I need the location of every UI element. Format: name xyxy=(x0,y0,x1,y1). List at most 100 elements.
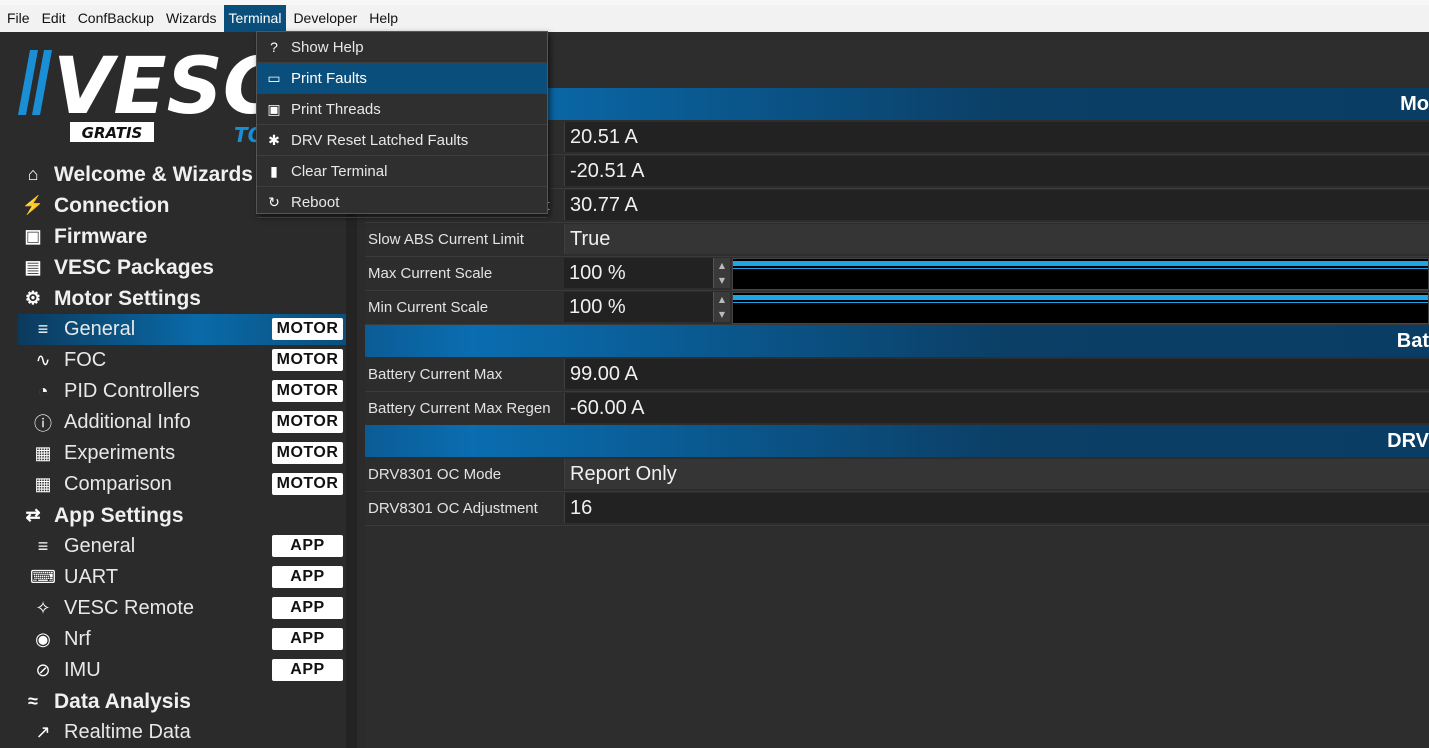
sliders-icon: ≡ xyxy=(37,319,49,339)
spinbox-arrows[interactable]: ▲ ▼ xyxy=(713,258,730,288)
bar-fill xyxy=(733,295,1428,300)
category-badge: MOTOR xyxy=(272,442,343,464)
menu-wizards[interactable]: Wizards xyxy=(161,5,222,32)
chevron-up-icon[interactable]: ▲ xyxy=(714,292,730,307)
battery-current-max-field[interactable]: 99.00 A xyxy=(564,359,1429,389)
row-label: DRV8301 OC Mode xyxy=(368,466,502,483)
section-battery-header: Bat xyxy=(365,325,1429,357)
sidebar-item-label: General xyxy=(64,318,136,340)
max-current-scale-spinbox[interactable]: 100 % ▲ ▼ xyxy=(564,258,730,288)
menu-item-show-help[interactable]: ? Show Help xyxy=(257,32,547,63)
sidebar-item-realtime-data[interactable]: ↗ Realtime Data xyxy=(18,717,346,748)
trash-icon: ▮ xyxy=(270,162,278,179)
motor-current-max-brake-field[interactable]: -20.51 A xyxy=(564,156,1429,186)
sidebar-item-data-analysis[interactable]: ≈ Data Analysis xyxy=(18,686,346,717)
sidebar-item-label: IMU xyxy=(64,659,101,681)
help-circle-icon: ? xyxy=(270,39,278,55)
battery-current-regen-field[interactable]: -60.00 A xyxy=(564,393,1429,423)
sidebar-item-general[interactable]: ≡ General MOTOR xyxy=(18,314,346,345)
sidebar-item-imu[interactable]: ⊘ IMU APP xyxy=(18,655,346,686)
menu-developer[interactable]: Developer xyxy=(288,5,362,32)
min-current-scale-bar[interactable] xyxy=(732,292,1429,324)
package-icon: ▤ xyxy=(24,257,42,277)
menu-confbackup[interactable]: ConfBackup xyxy=(73,5,159,32)
sidebar-item-additional-info[interactable]: ⓘ Additional Info MOTOR xyxy=(18,407,346,438)
sidebar-item-general[interactable]: ≡ General APP xyxy=(18,531,346,562)
abs-max-current-field[interactable]: 30.77 A xyxy=(564,190,1429,220)
sidebar-item-vesc-packages[interactable]: ▤ VESC Packages xyxy=(18,252,346,283)
sidebar-item-comparison[interactable]: ▦ Comparison MOTOR xyxy=(18,469,346,500)
slow-abs-combobox[interactable]: True xyxy=(564,224,1429,254)
drv-oc-adjustment-field[interactable]: 16 xyxy=(564,493,1429,523)
row-label: Battery Current Max Regen xyxy=(368,400,551,417)
spinbox-value: 100 % xyxy=(569,262,626,284)
row-label: Min Current Scale xyxy=(368,299,489,316)
cpu-chip-icon: ▣ xyxy=(267,100,281,117)
row-battery-current-max: Battery Current Max 99.00 A xyxy=(365,358,1429,392)
sidebar-item-label: Additional Info xyxy=(64,411,191,433)
section-drv-header: DRV xyxy=(365,425,1429,457)
sidebar-item-vesc-remote[interactable]: ✧ VESC Remote APP xyxy=(18,593,346,624)
row-battery-current-regen: Battery Current Max Regen -60.00 A xyxy=(365,392,1429,426)
menu-item-label: Reboot xyxy=(291,193,340,211)
sidebar-item-motor-settings[interactable]: ⚙ Motor Settings xyxy=(18,283,346,314)
menu-terminal[interactable]: Terminal xyxy=(223,5,287,32)
chevron-up-icon[interactable]: ▲ xyxy=(714,258,730,273)
sidebar-item-label: VESC Remote xyxy=(64,597,195,619)
terminal-icon: ▭ xyxy=(267,69,281,86)
category-badge: APP xyxy=(272,566,343,588)
chevron-down-icon[interactable]: ▼ xyxy=(714,307,730,322)
category-badge: MOTOR xyxy=(272,411,343,433)
sidebar-item-uart[interactable]: ⌨ UART APP xyxy=(18,562,346,593)
sidebar-item-label: VESC Packages xyxy=(54,255,214,279)
menu-item-clear-terminal[interactable]: ▮ Clear Terminal xyxy=(257,156,547,187)
waveform-icon: ∿ xyxy=(35,350,51,370)
sidebar-item-nrf[interactable]: ◉ Nrf APP xyxy=(18,624,346,655)
menu-item-print-faults[interactable]: ▭ Print Faults xyxy=(257,63,547,94)
category-badge: MOTOR xyxy=(272,473,343,495)
logo-text: VESC xyxy=(53,45,280,132)
category-badge: APP xyxy=(272,659,343,681)
sidebar-item-experiments[interactable]: ▦ Experiments MOTOR xyxy=(18,438,346,469)
sidebar-nav: ⌂ Welcome & Wizards ⚡ Connection ▣ Firmware ▤ V… xyxy=(18,159,346,748)
sidebar-item-firmware[interactable]: ▣ Firmware xyxy=(18,221,346,252)
max-current-scale-bar[interactable] xyxy=(732,258,1429,290)
spinbox-arrows[interactable]: ▲ ▼ xyxy=(713,292,730,322)
menu-item-drv-reset-latched-faults[interactable]: ✱ DRV Reset Latched Faults xyxy=(257,125,547,156)
category-badge: MOTOR xyxy=(272,380,343,402)
sidebar-item-app-settings[interactable]: ⇄ App Settings xyxy=(18,500,346,531)
section-motor-title: Mo xyxy=(1400,93,1429,115)
drv-oc-mode-combobox[interactable]: Report Only xyxy=(564,459,1429,489)
sidebar-item-foc[interactable]: ∿ FOC MOTOR xyxy=(18,345,346,376)
keyboard-icon: ⌨ xyxy=(30,567,56,587)
sidebar-item-label: General xyxy=(64,535,136,557)
category-badge: MOTOR xyxy=(272,349,343,371)
menu-item-reboot[interactable]: ↻ Reboot xyxy=(257,187,547,218)
row-slow-abs: Slow ABS Current Limit True xyxy=(365,223,1429,257)
bar-fill-line xyxy=(733,268,1428,269)
menu-help[interactable]: Help xyxy=(364,5,403,32)
menu-item-print-threads[interactable]: ▣ Print Threads xyxy=(257,94,547,125)
chip-icon: ▣ xyxy=(24,226,42,246)
calculator-icon: ▦ xyxy=(34,443,52,463)
chevron-down-icon[interactable]: ▼ xyxy=(714,273,730,288)
row-drv-oc-mode: DRV8301 OC Mode Report Only xyxy=(365,458,1429,492)
menu-item-label: DRV Reset Latched Faults xyxy=(291,131,469,149)
app-icon: ⇄ xyxy=(25,505,41,525)
sidebar-item-label: Firmware xyxy=(54,224,148,248)
menu-item-label: Print Faults xyxy=(291,69,367,87)
motor-icon: ⚙ xyxy=(24,288,42,308)
menu-file[interactable]: File xyxy=(2,5,35,32)
logo-gratis-badge: GRATIS xyxy=(82,124,143,142)
sidebar-item-label: App Settings xyxy=(54,503,184,527)
sidebar-item-pid-controllers[interactable]: ◔ PID Controllers MOTOR xyxy=(18,376,346,407)
menu-edit[interactable]: Edit xyxy=(37,5,71,32)
min-current-scale-spinbox[interactable]: 100 % ▲ ▼ xyxy=(564,292,730,322)
sidebar-item-label: UART xyxy=(64,566,119,588)
plug-icon: ⚡ xyxy=(21,195,45,215)
gauge-icon: ◔ xyxy=(37,381,49,401)
terminal-menu-dropdown: ? Show Help ▭ Print Faults ▣ Print Threads ✱ DR… xyxy=(256,31,548,218)
motor-current-max-field[interactable]: 20.51 A xyxy=(564,122,1429,152)
row-label: Max Current Scale xyxy=(368,265,493,282)
menu-item-label: Show Help xyxy=(291,38,364,56)
